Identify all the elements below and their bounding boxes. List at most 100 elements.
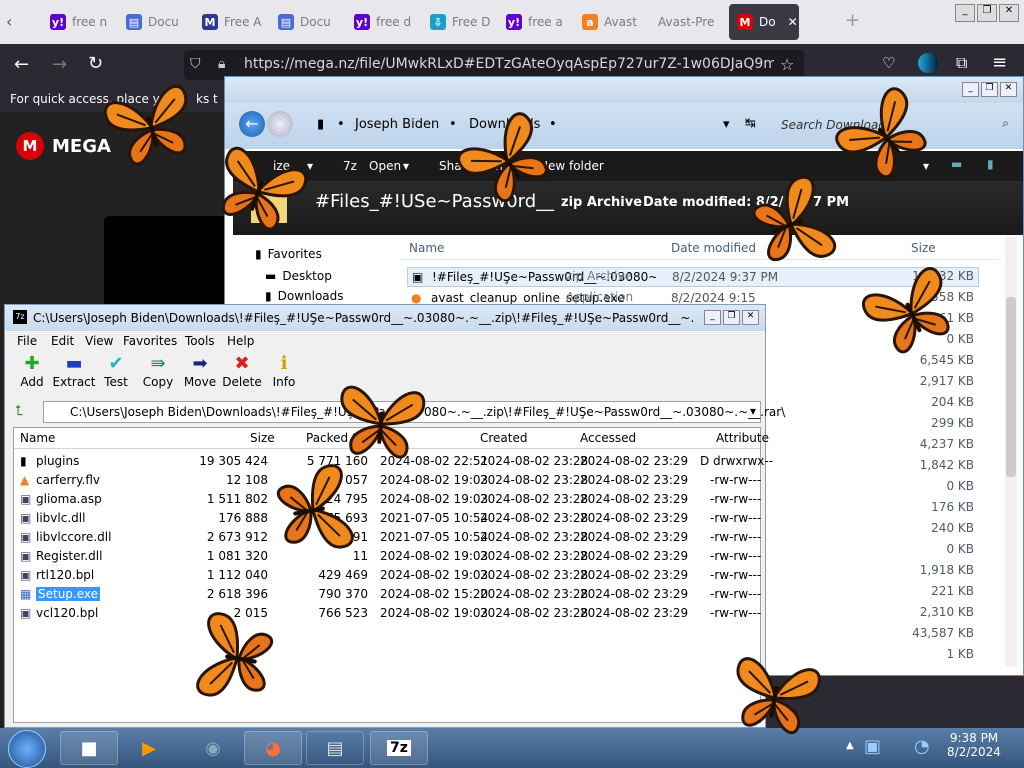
shield-icon[interactable]: ⛉	[190, 56, 201, 72]
nav-downloads[interactable]: ▮ Downloads	[265, 289, 344, 303]
attributes: -rw-rw---	[710, 549, 762, 563]
chevron-down-icon[interactable]: ▾	[723, 117, 730, 132]
close-icon[interactable]: ✕	[742, 310, 759, 325]
modified: 2024-08-02 19:03	[380, 473, 489, 487]
tab-8[interactable]: Avast-Pre	[658, 4, 724, 40]
tab-0[interactable]: y! free n	[50, 4, 112, 40]
close-tab-icon[interactable]: ✕	[788, 15, 798, 29]
nav-desktop[interactable]: ▬ Desktop	[265, 269, 332, 283]
nav-favorites[interactable]: ▮ Favorites	[255, 247, 322, 261]
column-name[interactable]: Name	[409, 241, 444, 255]
folder-up-icon[interactable]: ⮤	[15, 403, 23, 419]
puzzle-extensions-icon[interactable]: ⧉	[956, 53, 967, 73]
minimize-icon[interactable]: _	[704, 310, 721, 325]
attributes: -rw-rw---	[710, 530, 762, 544]
add-button[interactable]: ✚ Add	[10, 353, 54, 389]
tab-1[interactable]: ▤ Docu	[126, 4, 188, 40]
tool-label: Extract	[52, 375, 96, 389]
extract-button[interactable]: ▬ Extract	[52, 353, 96, 389]
menu-edit[interactable]: Edit	[51, 334, 74, 348]
forward-arrow-icon[interactable]	[267, 111, 293, 137]
chevron-down-icon[interactable]: ▾	[750, 404, 756, 418]
tray-expand-icon[interactable]: ▲	[846, 740, 854, 751]
column-size[interactable]: Size	[911, 241, 936, 255]
file-size: 299 KB	[931, 416, 974, 430]
menu-tools[interactable]: Tools	[185, 334, 215, 348]
tab-9-active[interactable]: M Do ✕	[729, 4, 799, 40]
start-button[interactable]	[8, 730, 46, 768]
explorer-details-pane: #Files_#!USe~Passw0rd__ zip Archive Date…	[233, 181, 1023, 235]
network-icon[interactable]: ▣	[864, 736, 881, 757]
info-button[interactable]: ℹ Info	[262, 353, 306, 389]
taskbar-app-globe[interactable]: ◉	[184, 731, 242, 765]
move-button[interactable]: ➡ Move	[178, 353, 222, 389]
back-arrow-icon[interactable]: ←	[14, 54, 29, 75]
column-size[interactable]: Size	[250, 431, 275, 445]
table-row[interactable]: ▣ rtl120.bpl 1 112 040 429 469 2024-08-02 19…	[14, 566, 761, 585]
column-date-modified[interactable]: Date modified	[671, 241, 756, 255]
chevron-down-icon[interactable]: ▾	[923, 159, 929, 173]
reload-icon[interactable]: ↻	[88, 53, 103, 74]
taskbar-app-firefox[interactable]: ◕	[244, 731, 302, 765]
search-icon[interactable]: ⌕	[1002, 116, 1009, 131]
extension-icon[interactable]	[918, 53, 938, 73]
breadcrumb[interactable]: ▮ • Joseph Biden • Downloads • ▾ ↹	[315, 113, 815, 139]
tab-7[interactable]: a Avast	[582, 4, 644, 40]
lock-icon[interactable]: 🔒︎	[218, 56, 225, 72]
table-row[interactable]: ▣libvlccore.dll2 673 9120 1912021-07-05 …	[14, 528, 762, 547]
preview-filetype: zip Archive	[561, 195, 643, 210]
close-icon[interactable]: ✕	[1000, 82, 1017, 97]
delete-button[interactable]: ✖ Delete	[220, 353, 264, 389]
preview-pane-icon[interactable]: ▬	[951, 157, 962, 171]
bookmark-star-icon[interactable]: ☆	[780, 55, 794, 74]
menu-file[interactable]: File	[17, 334, 37, 348]
maximize-icon[interactable]: ❐	[981, 82, 998, 97]
maximize-icon[interactable]: ❐	[723, 310, 740, 325]
menu-view[interactable]: View	[85, 334, 113, 348]
back-arrow-icon[interactable]: ←	[239, 111, 265, 137]
new-tab-button[interactable]: +	[845, 10, 860, 31]
test-button[interactable]: ✔ Test	[94, 353, 138, 389]
pocket-icon[interactable]: ♡	[882, 54, 895, 72]
menu-hamburger-icon[interactable]: ≡	[992, 52, 1007, 73]
table-row[interactable]: ▣ glioma.asp 1 511 802 424 795 2024-08-02 19…	[14, 490, 761, 509]
column-created[interactable]: Created	[480, 431, 528, 445]
taskbar-app-explorer[interactable]: ▤	[306, 731, 364, 765]
tab-3[interactable]: ▤ Docu	[278, 4, 340, 40]
forward-arrow-icon[interactable]: →	[52, 54, 67, 75]
open-button[interactable]: Open	[369, 159, 401, 173]
table-row[interactable]: ▣ vcl120.bpl 2 015 766 523 2024-08-02 19:03 2…	[14, 604, 761, 623]
tab-scroll-left-icon[interactable]: ‹	[6, 12, 12, 31]
taskbar-clock[interactable]: 9:38 PM 8/2/2024	[944, 731, 1004, 759]
table-row[interactable]: ▣ libvlc.dll 176 888 75 693 2021-07-05 10:54…	[14, 509, 761, 528]
tab-4[interactable]: y! free d	[354, 4, 416, 40]
tab-6[interactable]: y! free a	[506, 4, 568, 40]
table-row[interactable]: ▣ Register.dll 1 081 320 11 2024-08-02 19:03…	[14, 547, 762, 566]
column-name[interactable]: Name	[20, 431, 55, 445]
tab-2[interactable]: M Free A	[202, 4, 264, 40]
explorer-scrollbar[interactable]	[1005, 237, 1017, 667]
table-row-selected[interactable]: ▦ Setup.exe 2 618 396 790 370 2024-08-02 15:…	[14, 585, 761, 604]
copy-button[interactable]: ⇛ Copy	[136, 353, 180, 389]
mega-logo[interactable]: M MEGA	[16, 132, 111, 160]
menu-favorites[interactable]: Favorites	[123, 334, 177, 348]
minimize-icon[interactable]: _	[962, 82, 979, 97]
file-size: 2,917 KB	[919, 374, 974, 388]
modified: 2024-08-02 19:03	[380, 568, 489, 582]
tab-5[interactable]: ⇩ Free D	[430, 4, 492, 40]
table-row[interactable]: ▲ carferry.flv 12 108 8 057 2024-08-02 19:03…	[14, 471, 761, 490]
breadcrumb-item[interactable]: Joseph Biden	[355, 117, 439, 132]
close-icon[interactable]: ✕	[999, 4, 1019, 22]
volume-icon[interactable]: ◔	[914, 736, 930, 757]
taskbar-app-7zip[interactable]: 7z	[370, 731, 428, 765]
refresh-icon[interactable]: ↹	[745, 116, 756, 131]
maximize-icon[interactable]: ❐	[977, 4, 997, 22]
menu-help[interactable]: Help	[227, 334, 254, 348]
column-accessed[interactable]: Accessed	[580, 431, 636, 445]
taskbar-app-media[interactable]: ▶	[120, 731, 178, 765]
help-icon[interactable]: ▮	[987, 157, 994, 171]
taskbar-app-box[interactable]: ■	[60, 731, 118, 765]
column-attributes[interactable]: Attribute	[716, 431, 769, 445]
scrollbar-thumb[interactable]	[1006, 297, 1016, 477]
minimize-icon[interactable]: _	[955, 4, 975, 22]
